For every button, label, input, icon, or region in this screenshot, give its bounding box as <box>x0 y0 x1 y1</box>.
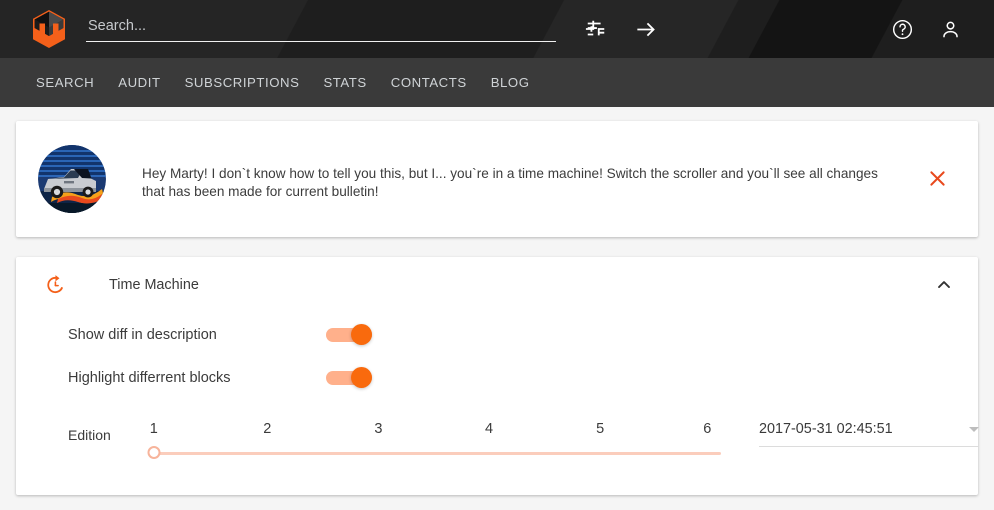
nav-item-blog[interactable]: BLOG <box>479 75 542 90</box>
edition-slider-ticks: 1 2 3 4 5 6 <box>149 421 721 443</box>
page-content: Hey Marty! I don`t know how to tell you … <box>0 107 994 495</box>
nav-item-stats[interactable]: STATS <box>311 75 378 90</box>
search-field-wrapper <box>86 17 556 42</box>
edition-slider-track[interactable] <box>151 452 721 455</box>
help-circle-icon[interactable] <box>890 17 914 41</box>
person-icon[interactable] <box>938 17 962 41</box>
edition-slider-label: Edition <box>68 427 111 443</box>
edition-datetime-value: 2017-05-31 02:45:51 <box>759 421 893 437</box>
slider-tick-5: 5 <box>596 421 605 437</box>
history-restore-icon <box>44 274 66 296</box>
edition-slider-row: Edition 1 2 3 4 5 6 2017-05-31 02:45:51 <box>16 399 979 465</box>
top-header-bar <box>0 0 994 58</box>
nav-item-search[interactable]: SEARCH <box>24 75 106 90</box>
time-machine-notification-banner: Hey Marty! I don`t know how to tell you … <box>16 121 978 237</box>
edition-slider-thumb[interactable] <box>147 446 161 459</box>
edition-datetime-select[interactable]: 2017-05-31 02:45:51 <box>759 421 979 447</box>
close-icon[interactable] <box>924 165 950 191</box>
setting-row-highlight-blocks: Highlight differrent blocks <box>16 356 978 399</box>
nav-item-audit[interactable]: AUDIT <box>106 75 172 90</box>
panel-title: Time Machine <box>109 277 199 293</box>
nav-item-subscriptions[interactable]: SUBSCRIPTIONS <box>173 75 312 90</box>
slider-tick-2: 2 <box>263 421 272 437</box>
arrow-forward-icon[interactable] <box>633 17 657 41</box>
chevron-down-icon[interactable] <box>969 426 979 432</box>
uniform-hexagon-logo[interactable] <box>32 9 66 49</box>
nav-item-contacts[interactable]: CONTACTS <box>379 75 479 90</box>
chevron-up-icon[interactable] <box>932 273 956 297</box>
main-navigation-bar: SEARCH AUDIT SUBSCRIPTIONS STATS CONTACT… <box>0 58 994 107</box>
slider-tick-1: 1 <box>149 421 158 437</box>
setting-label-show-diff: Show diff in description <box>68 326 217 343</box>
search-input[interactable] <box>86 17 556 42</box>
setting-label-highlight-blocks: Highlight differrent blocks <box>68 369 231 386</box>
tune-icon[interactable] <box>584 17 608 41</box>
toggle-show-diff-in-description[interactable] <box>326 323 372 346</box>
slider-tick-4: 4 <box>484 421 494 437</box>
setting-row-show-diff: Show diff in description <box>16 313 978 356</box>
time-machine-panel: Time Machine Show diff in description Hi… <box>16 257 979 495</box>
toggle-thumb <box>351 366 372 388</box>
toggle-highlight-different-blocks[interactable] <box>326 366 372 389</box>
banner-message: Hey Marty! I don`t know how to tell you … <box>142 166 878 199</box>
delorean-time-machine-avatar <box>38 145 106 213</box>
toggle-thumb <box>351 323 372 345</box>
slider-tick-3: 3 <box>374 421 383 437</box>
time-machine-header[interactable]: Time Machine <box>16 257 978 313</box>
slider-tick-6: 6 <box>703 421 712 437</box>
edition-slider[interactable]: 1 2 3 4 5 6 <box>147 421 721 465</box>
